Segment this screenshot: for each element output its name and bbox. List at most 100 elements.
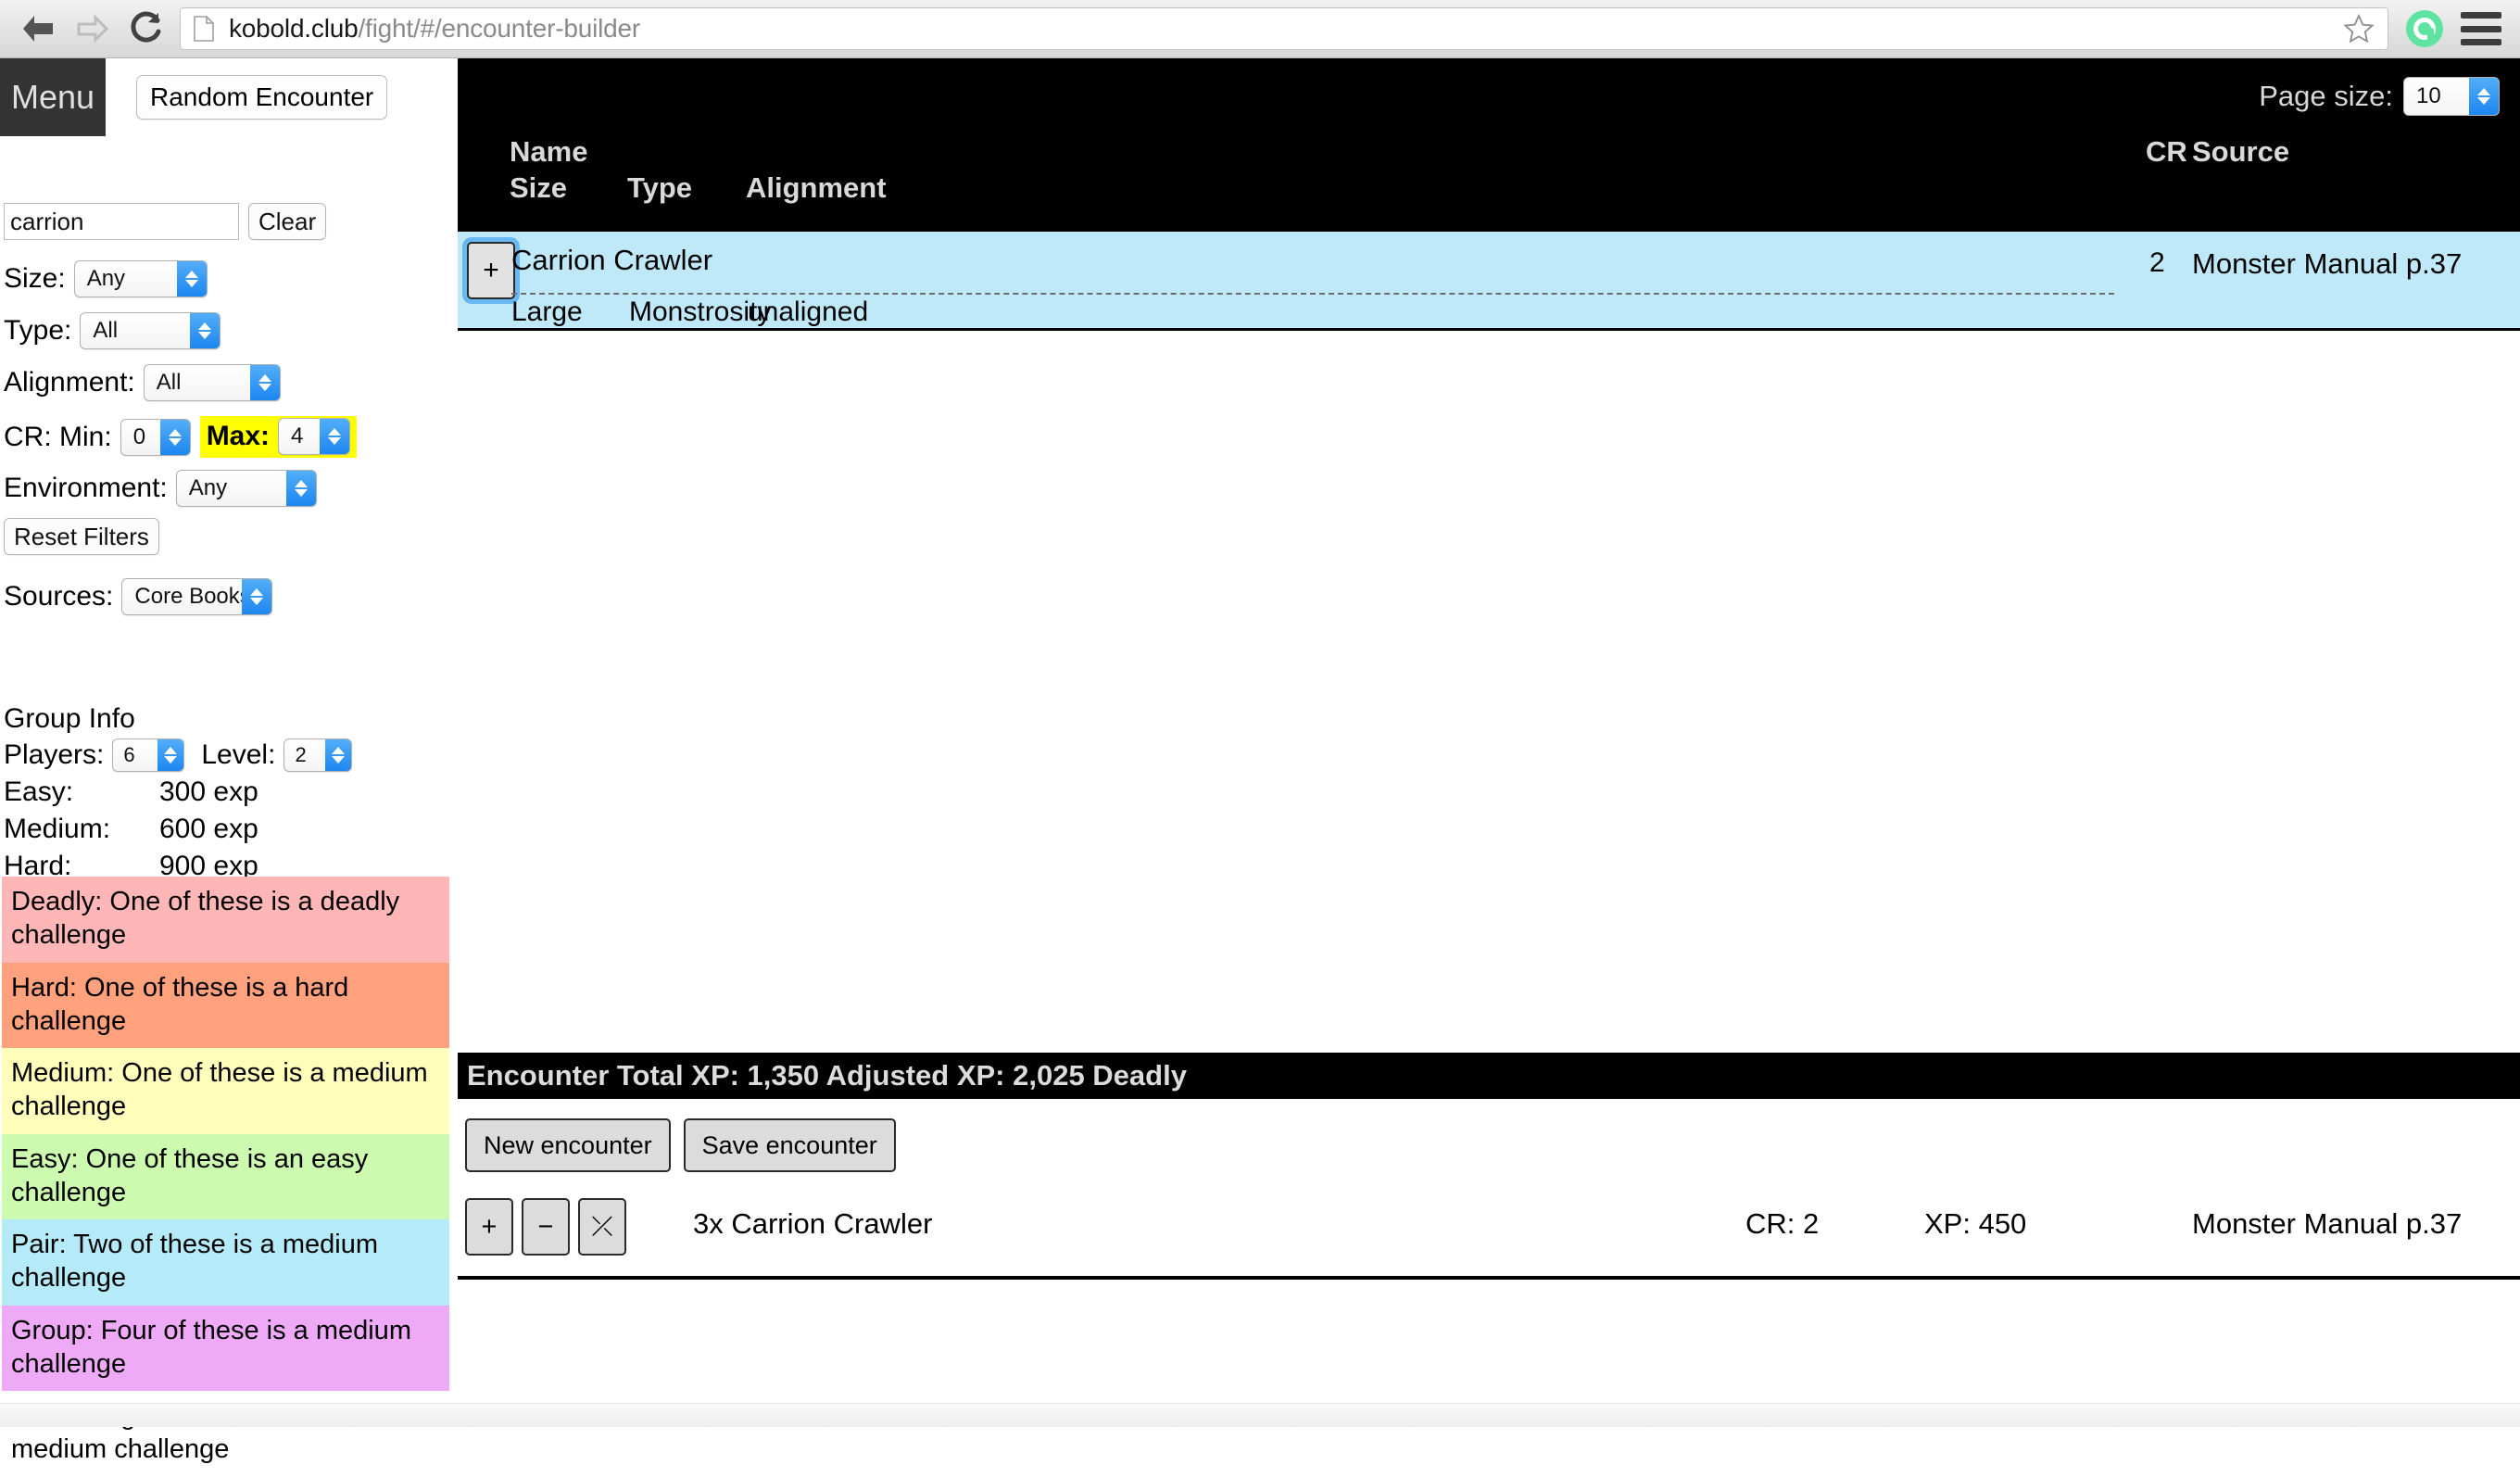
- alignment-value: All: [156, 370, 182, 395]
- environment-filter: Environment: Any: [4, 470, 317, 507]
- page-size-control: Page size: 10: [2259, 77, 2500, 116]
- column-header-alignment[interactable]: Alignment: [746, 171, 887, 205]
- new-encounter-button[interactable]: New encounter: [465, 1118, 671, 1172]
- encounter-monster-row: + − ⤫ 3x Carrion Crawler CR: 2 XP: 450 M…: [458, 1196, 2520, 1280]
- encounter-monster-source: Monster Manual p.37: [2192, 1207, 2463, 1240]
- sources-value: Core Books: [134, 584, 251, 609]
- extension-icon[interactable]: [2405, 9, 2444, 48]
- tab-random-encounter[interactable]: Random Encounter: [136, 75, 388, 120]
- sources-select[interactable]: Core Books: [121, 578, 273, 615]
- reload-icon: [131, 11, 161, 43]
- chevron-updown-icon: [176, 261, 207, 297]
- chevron-updown-icon: [285, 471, 316, 506]
- save-encounter-button[interactable]: Save encounter: [683, 1118, 896, 1172]
- page-size-select[interactable]: 10: [2403, 77, 2500, 116]
- chevron-updown-icon: [320, 419, 350, 454]
- difficulty-legend: Deadly: One of these is a deadly challen…: [2, 877, 449, 1477]
- sources-filter: Sources: Core Books: [4, 578, 273, 615]
- encounter-actions: New encounter Save encounter: [465, 1118, 896, 1172]
- chevron-updown-icon: [242, 579, 272, 614]
- browser-nav-buttons: [0, 4, 170, 54]
- legend-item-group: Group: Four of these is a medium challen…: [2, 1305, 449, 1391]
- legend-item-pair: Pair: Two of these is a medium challenge: [2, 1219, 449, 1306]
- bookmark-star-icon[interactable]: [2343, 13, 2375, 44]
- chevron-updown-icon: [325, 739, 352, 771]
- cr-min-value: 0: [132, 423, 146, 449]
- horizontal-scrollbar[interactable]: [0, 1403, 2520, 1427]
- size-select[interactable]: Any: [73, 260, 208, 297]
- size-filter: Size: Any: [4, 260, 208, 297]
- reload-button[interactable]: [120, 4, 170, 54]
- legend-item-easy: Easy: One of these is an easy challenge: [2, 1133, 449, 1219]
- url-host: kobold.club: [229, 14, 359, 43]
- shuffle-icon-button[interactable]: ⤫: [578, 1198, 626, 1256]
- column-header-size[interactable]: Size: [510, 171, 567, 205]
- column-header-source[interactable]: Source: [2192, 135, 2289, 169]
- size-value: Any: [86, 266, 126, 291]
- hamburger-menu-icon[interactable]: [2461, 12, 2501, 45]
- size-label: Size:: [4, 263, 66, 294]
- address-bar[interactable]: kobold.club/fight/#/encounter-builder: [180, 7, 2388, 50]
- add-monster-button[interactable]: +: [467, 242, 515, 299]
- url-path: /fight/#/encounter-builder: [358, 14, 641, 43]
- environment-select[interactable]: Any: [175, 470, 317, 507]
- column-header-type[interactable]: Type: [627, 171, 692, 205]
- decrement-button[interactable]: −: [522, 1198, 570, 1256]
- menu-button[interactable]: Menu: [0, 58, 106, 136]
- url-text: kobold.club/fight/#/encounter-builder: [229, 14, 640, 44]
- cr-max-highlight: Max: 4: [199, 416, 358, 458]
- monster-name: Carrion Crawler: [511, 244, 713, 276]
- players-select[interactable]: 6: [112, 738, 185, 772]
- app-topbar: Menu Random Encounter: [0, 58, 458, 138]
- cr-min-select[interactable]: 0: [120, 418, 191, 456]
- legend-item-medium: Medium: One of these is a medium challen…: [2, 1048, 449, 1134]
- forward-button[interactable]: [67, 4, 117, 54]
- back-button[interactable]: [13, 4, 63, 54]
- clear-button[interactable]: Clear: [248, 203, 327, 240]
- group-info-title: Group Info: [4, 703, 135, 734]
- page-size-value: 10: [2416, 83, 2441, 108]
- encounter-summary-text: Encounter Total XP: 1,350 Adjusted XP: 2…: [467, 1059, 1187, 1092]
- increment-button[interactable]: +: [465, 1198, 513, 1256]
- page-size-label: Page size:: [2259, 80, 2393, 112]
- back-arrow-icon: [23, 16, 53, 42]
- cr-filter: CR: Min: 0 Max: 4: [4, 416, 358, 458]
- type-label: Type:: [4, 315, 72, 346]
- main-panel: Page size: 10 Name CR Source Size Type A…: [458, 58, 2520, 1427]
- results-header: Page size: 10 Name CR Source Size Type A…: [458, 58, 2520, 229]
- monster-size: Large: [511, 297, 583, 327]
- encounter-monster-cr: CR: 2: [1745, 1207, 1820, 1240]
- page-document-icon: [194, 16, 214, 42]
- row-divider: [511, 293, 2114, 295]
- type-select[interactable]: All: [80, 312, 221, 349]
- sources-label: Sources:: [4, 581, 114, 612]
- encounter-monster-name: 3x Carrion Crawler: [693, 1207, 933, 1240]
- chevron-updown-icon: [158, 739, 184, 771]
- monster-cr: 2: [2149, 247, 2165, 278]
- chevron-updown-icon: [2469, 78, 2499, 115]
- players-label: Players:: [4, 739, 105, 770]
- column-header-name[interactable]: Name: [510, 135, 587, 169]
- search-row: Clear: [4, 203, 327, 240]
- column-header-cr[interactable]: CR: [2146, 135, 2187, 169]
- threshold-value: 600 exp: [159, 813, 258, 844]
- cr-max-select[interactable]: 4: [278, 418, 351, 455]
- alignment-filter: Alignment: All: [4, 364, 281, 401]
- level-select[interactable]: 2: [284, 738, 353, 772]
- threshold-label: Medium:: [4, 813, 111, 844]
- encounter-row-buttons: + − ⤫: [465, 1198, 626, 1256]
- environment-label: Environment:: [4, 473, 168, 503]
- app-page: Menu Random Encounter Clear Size: Any Ty…: [0, 58, 2520, 1477]
- search-input[interactable]: [4, 203, 239, 240]
- monster-result-row[interactable]: + Carrion Crawler 2 Monster Manual p.37 …: [458, 229, 2520, 331]
- alignment-select[interactable]: All: [143, 364, 281, 401]
- browser-toolbar: kobold.club/fight/#/encounter-builder: [0, 0, 2520, 58]
- group-info-players-row: Players: 6 Level: 2: [4, 738, 353, 772]
- forward-arrow-icon: [77, 14, 109, 44]
- type-filter: Type: All: [4, 312, 221, 349]
- reset-filters-button[interactable]: Reset Filters: [4, 518, 159, 555]
- legend-item-hard: Hard: One of these is a hard challenge: [2, 962, 449, 1048]
- cr-max-label: Max:: [206, 421, 271, 451]
- environment-value: Any: [188, 475, 228, 500]
- encounter-summary-bar: Encounter Total XP: 1,350 Adjusted XP: 2…: [458, 1053, 2520, 1099]
